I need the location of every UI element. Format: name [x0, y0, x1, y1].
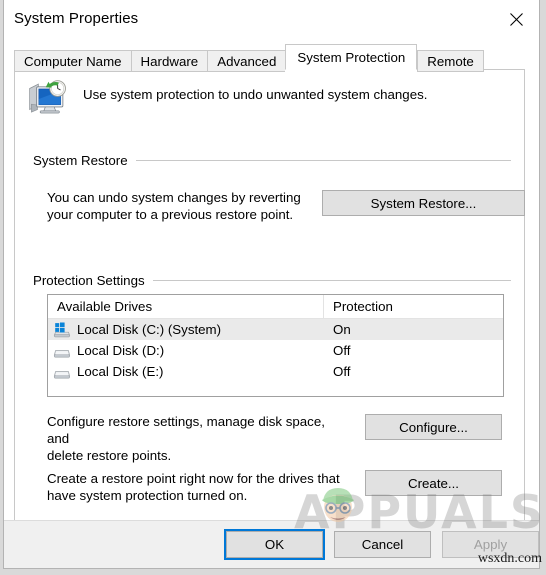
drive-cell: Local Disk (E:) — [48, 364, 324, 380]
protection-status: Off — [333, 343, 351, 358]
panel-intro: Use system protection to undo unwanted s… — [27, 78, 427, 120]
group-rule — [152, 280, 511, 281]
group-label-protection-settings: Protection Settings — [33, 273, 145, 288]
protection-status: On — [333, 322, 351, 337]
column-header-available-drives[interactable]: Available Drives — [48, 295, 324, 318]
watermark-site: wsxdn.com — [477, 551, 542, 566]
title-bar: System Properties — [4, 0, 539, 40]
drive-icon — [53, 370, 71, 379]
protection-status: Off — [333, 364, 351, 379]
window-title: System Properties — [14, 10, 139, 27]
drive-cell: Local Disk (C:) (System) — [48, 322, 324, 338]
drive-icon — [53, 349, 71, 358]
drive-cell: Local Disk (D:) — [48, 343, 324, 359]
system-properties-window: System Properties Computer Name Hardware… — [3, 0, 540, 569]
tab-hardware[interactable]: Hardware — [130, 50, 208, 72]
tab-remote[interactable]: Remote — [417, 50, 484, 72]
system-protection-icon — [29, 80, 66, 114]
create-description: Create a restore point right now for the… — [47, 471, 340, 503]
column-header-protection[interactable]: Protection — [324, 295, 503, 318]
tab-advanced[interactable]: Advanced — [207, 50, 286, 72]
system-restore-description: You can undo system changes by reverting… — [47, 190, 301, 222]
screenshot-root: System Properties Computer Name Hardware… — [0, 0, 546, 575]
tab-computer-name[interactable]: Computer Name — [14, 50, 131, 72]
close-icon — [509, 12, 523, 26]
configure-description: Configure restore settings, manage disk … — [47, 414, 325, 463]
system-restore-button[interactable]: System Restore... — [322, 190, 525, 216]
list-header-row: Available Drives Protection — [48, 295, 503, 319]
configure-button[interactable]: Configure... — [365, 414, 502, 440]
create-button[interactable]: Create... — [365, 470, 502, 496]
cancel-button[interactable]: Cancel — [334, 531, 431, 558]
table-row[interactable]: Local Disk (C:) (System) On — [48, 319, 503, 340]
drive-label: Local Disk (E:) — [77, 364, 164, 379]
drive-label: Local Disk (C:) (System) — [77, 322, 222, 337]
system-drive-icon — [53, 322, 71, 337]
group-header-system-restore: System Restore — [33, 153, 511, 168]
system-protection-panel: Use system protection to undo unwanted s… — [14, 69, 525, 521]
close-button[interactable] — [493, 0, 539, 38]
table-row[interactable]: Local Disk (D:) Off — [48, 340, 503, 361]
group-label-system-restore: System Restore — [33, 153, 128, 168]
available-drives-list[interactable]: Available Drives Protection Local Disk (… — [47, 294, 504, 397]
table-row[interactable]: Local Disk (E:) Off — [48, 361, 503, 382]
tab-system-protection[interactable]: System Protection — [285, 44, 418, 70]
ok-button[interactable]: OK — [224, 529, 325, 560]
group-rule — [135, 160, 511, 161]
drive-label: Local Disk (D:) — [77, 343, 165, 358]
group-header-protection-settings: Protection Settings — [33, 273, 511, 288]
dialog-footer: OK Cancel Apply — [4, 520, 539, 568]
panel-intro-text: Use system protection to undo unwanted s… — [83, 87, 428, 102]
tab-strip: Computer Name Hardware Advanced System P… — [14, 44, 484, 72]
